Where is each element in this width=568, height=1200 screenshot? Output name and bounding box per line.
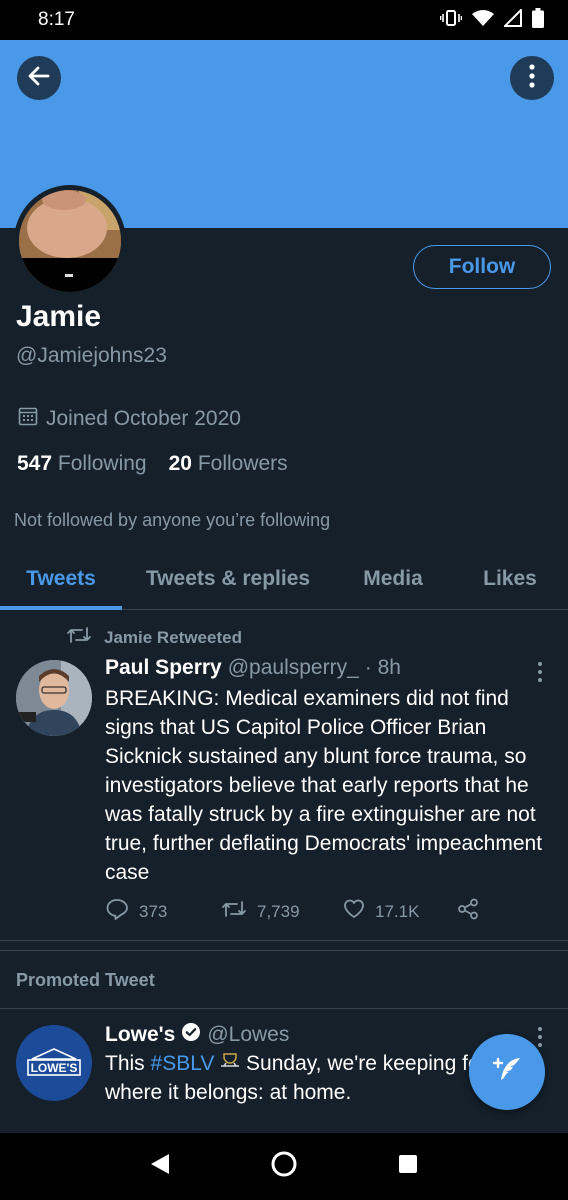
promoted-author-avatar[interactable]: LOWE'S (16, 1025, 92, 1101)
joined-text: Joined October 2020 (46, 407, 241, 430)
tweet-header: Paul Sperry @paulsperry_ · 8h (105, 656, 401, 680)
share-icon (457, 898, 479, 925)
retweet-count: 7,739 (257, 901, 300, 921)
compose-feather-icon (490, 1053, 524, 1092)
tweet-more-button[interactable] (530, 660, 550, 684)
promoted-author-name[interactable]: Lowe's (105, 1023, 175, 1047)
system-nav-bar (0, 1133, 568, 1200)
profile-name: Jamie (16, 300, 102, 333)
tab-tweets[interactable]: Tweets (0, 548, 122, 610)
followers-label: Followers (197, 452, 288, 475)
retweet-icon (66, 626, 92, 649)
verified-badge-icon (181, 1022, 201, 1048)
tweet-author-name[interactable]: Paul Sperry (105, 656, 222, 680)
retweet-action[interactable]: 7,739 (221, 900, 343, 923)
profile-avatar-image (19, 190, 121, 292)
nav-recents-button[interactable] (397, 1153, 419, 1180)
retweet-context: Jamie Retweeted (66, 626, 242, 649)
like-action[interactable]: 17.1K (343, 899, 457, 924)
promoted-text-start: This (105, 1052, 151, 1075)
hashtag-link[interactable]: #SBLV (151, 1052, 215, 1075)
promoted-author-handle[interactable]: @Lowes (207, 1023, 289, 1047)
compose-tweet-button[interactable] (469, 1034, 545, 1110)
retweet-icon (221, 900, 247, 923)
signal-icon (502, 7, 522, 32)
promoted-label: Promoted Tweet (16, 970, 155, 990)
divider (0, 1008, 568, 1009)
nav-home-button[interactable] (270, 1150, 298, 1183)
joined-date: Joined October 2020 (18, 406, 241, 432)
wifi-icon (472, 9, 494, 32)
profile-tabs: Tweets Tweets & replies Media Likes (0, 548, 568, 610)
heart-icon (343, 899, 365, 924)
status-icons (439, 7, 544, 33)
reply-count: 373 (139, 901, 168, 921)
like-count: 17.1K (375, 901, 420, 921)
back-button[interactable] (17, 56, 61, 100)
more-vertical-icon (528, 63, 536, 93)
tab-media[interactable]: Media (334, 548, 452, 609)
profile-handle: @Jamiejohns23 (16, 344, 167, 367)
retweet-context-text: Jamie Retweeted (104, 627, 242, 647)
promoted-header: Lowe's @Lowes (105, 1022, 289, 1048)
tweet-author-handle[interactable]: @paulsperry_ (228, 656, 359, 680)
nav-back-button[interactable] (149, 1152, 171, 1181)
calendar-icon (18, 406, 38, 432)
tweet-author-avatar[interactable] (16, 660, 92, 736)
tweet-text: BREAKING: Medical examiners did not find… (105, 687, 543, 884)
reply-action[interactable]: 373 (105, 898, 221, 925)
tab-tweets-replies[interactable]: Tweets & replies (122, 548, 334, 609)
status-bar: 8:17 (0, 0, 568, 40)
divider (0, 950, 568, 951)
share-action[interactable] (457, 898, 479, 925)
follow-stats: 547 Following 20 Followers (17, 452, 288, 476)
following-count: 547 (17, 452, 53, 475)
followers-stat[interactable]: 20 Followers (169, 452, 288, 476)
tab-likes[interactable]: Likes (452, 548, 568, 609)
tweet-time: · 8h (364, 656, 401, 679)
super-bowl-icon (220, 1052, 240, 1075)
lowes-logo-text: LOWE'S (31, 1061, 78, 1075)
tweet-actions: 373 7,739 17.1K (105, 898, 505, 925)
following-stat[interactable]: 547 Following (17, 452, 147, 476)
vibrate-icon (439, 9, 463, 31)
profile-avatar[interactable] (14, 185, 126, 297)
divider (0, 940, 568, 941)
profile-more-button[interactable] (510, 56, 554, 100)
back-arrow-icon (26, 63, 52, 94)
follow-button[interactable]: Follow (413, 245, 551, 289)
reply-icon (105, 898, 129, 925)
following-label: Following (57, 452, 147, 475)
battery-icon (532, 7, 544, 33)
status-time: 8:17 (38, 9, 75, 30)
not-followed-note: Not followed by anyone you’re following (14, 510, 331, 530)
followers-count: 20 (168, 452, 192, 475)
